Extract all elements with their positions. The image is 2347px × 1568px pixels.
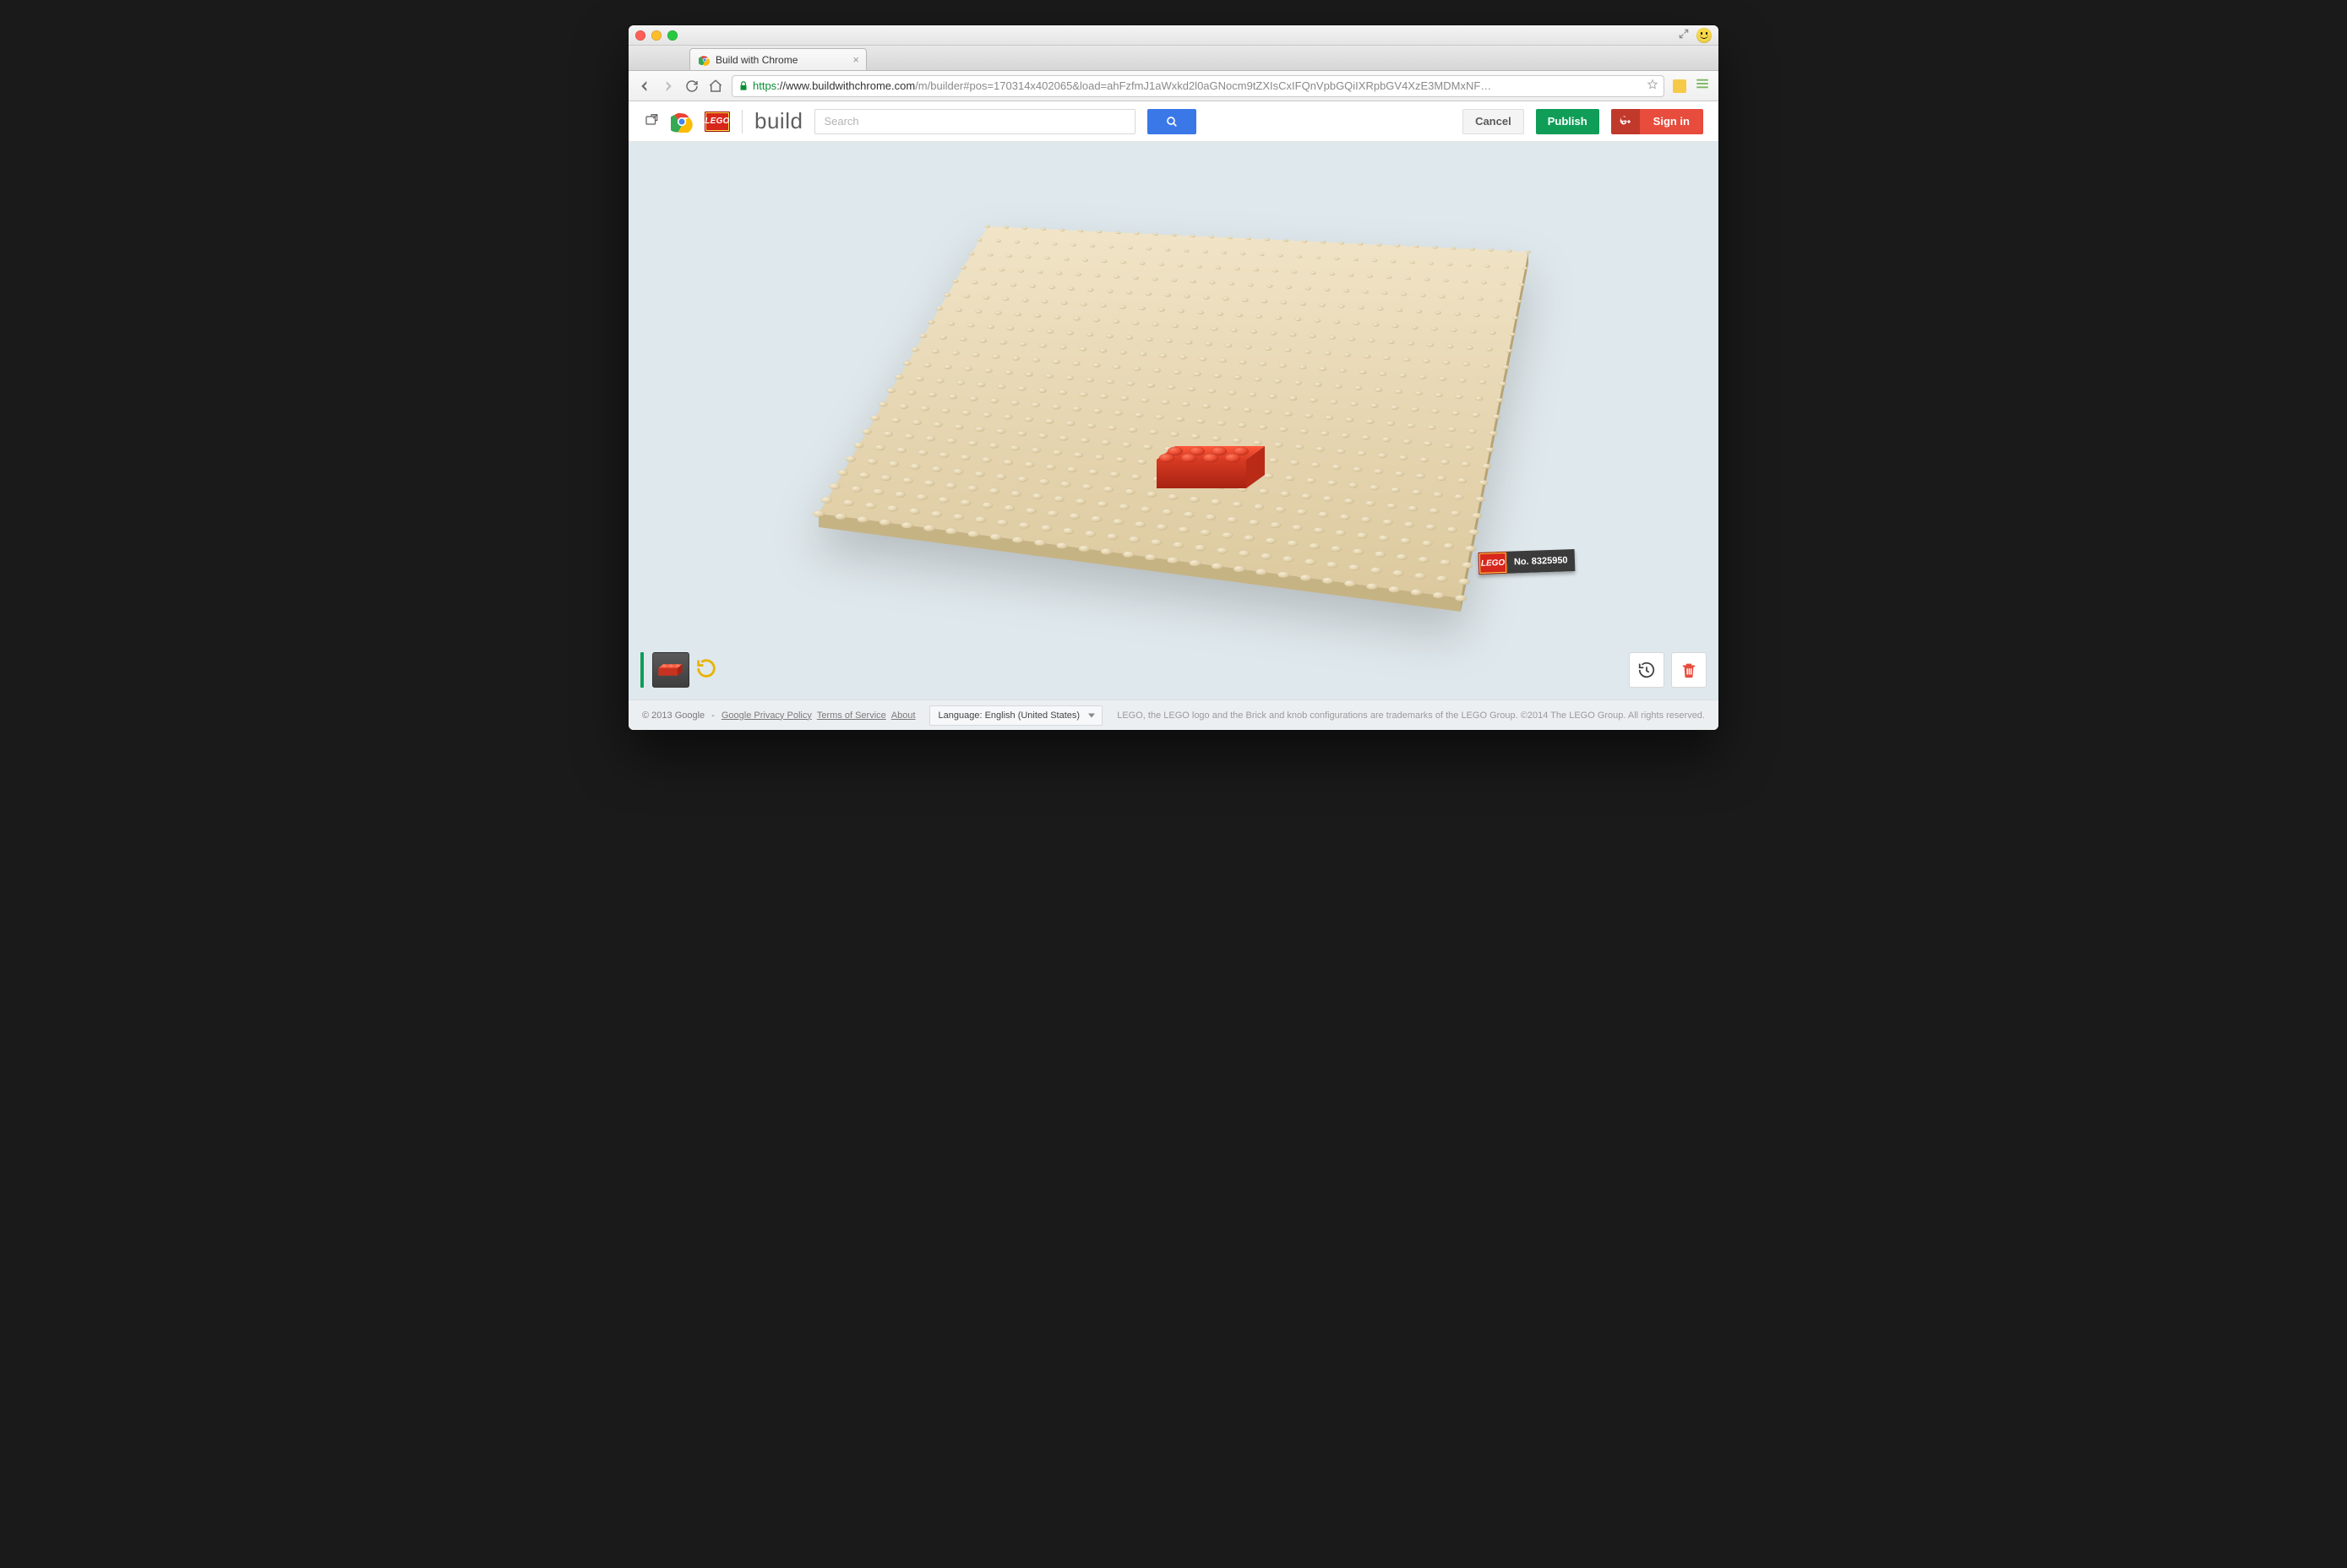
tab-title: Build with Chrome: [716, 54, 798, 66]
tab-build-with-chrome[interactable]: Build with Chrome ×: [689, 48, 867, 70]
chrome-favicon-icon: [699, 54, 711, 66]
current-brick-button[interactable]: [652, 652, 689, 688]
browser-window: Build with Chrome × https ://www.buildwi…: [629, 25, 1718, 730]
cancel-button[interactable]: Cancel: [1462, 109, 1524, 134]
lego-logo-small-icon: LEGO: [1478, 552, 1508, 574]
google-plus-icon: [1611, 109, 1640, 134]
chrome-logo-icon: [671, 111, 693, 133]
home-button[interactable]: [708, 79, 723, 94]
toolbar-accent: [640, 652, 644, 688]
app-header: LEGO build Cancel Publish Sign in: [629, 101, 1718, 142]
footer-terms-link[interactable]: Terms of Service: [817, 710, 886, 721]
reload-button[interactable]: [684, 79, 700, 94]
search-icon: [1165, 115, 1179, 128]
delete-button[interactable]: [1671, 652, 1707, 688]
url-toolbar: https ://www.buildwithchrome.com /m/buil…: [629, 71, 1718, 101]
rotate-icon: [694, 656, 718, 680]
brick-icon: [656, 661, 685, 679]
extension-icon[interactable]: [1673, 79, 1686, 93]
footer-legal: LEGO, the LEGO logo and the Brick and kn…: [1117, 710, 1705, 721]
trash-icon: [1680, 661, 1698, 679]
sign-in-button[interactable]: Sign in: [1611, 109, 1703, 134]
history-button[interactable]: [1629, 652, 1664, 688]
divider: [742, 110, 743, 133]
back-button[interactable]: [637, 79, 652, 94]
language-label: Language: English (United States): [939, 710, 1081, 721]
set-number-label: No. 8325950: [1507, 549, 1575, 574]
chrome-menu-icon[interactable]: [1695, 76, 1710, 95]
url-path: /m/builder#pos=170314x402065&load=ahFzfm…: [915, 79, 1491, 92]
language-select[interactable]: Language: English (United States): [929, 705, 1103, 726]
lego-logo-icon: LEGO: [705, 112, 730, 132]
address-bar[interactable]: https ://www.buildwithchrome.com /m/buil…: [732, 75, 1664, 97]
forward-button[interactable]: [661, 79, 676, 94]
set-number-tag: LEGO No. 8325950: [1478, 549, 1575, 574]
footer-copyright: © 2013 Google: [642, 710, 705, 721]
builder-canvas[interactable]: ${''} LE: [629, 142, 1718, 700]
rotate-button[interactable]: [694, 656, 718, 684]
footer-privacy-link[interactable]: Google Privacy Policy: [722, 710, 812, 721]
lock-icon: [738, 80, 749, 92]
history-icon: [1637, 661, 1656, 679]
tab-close-icon[interactable]: ×: [852, 54, 859, 65]
window-minimize-button[interactable]: [651, 30, 662, 41]
url-scheme: https: [753, 79, 776, 92]
url-host: ://www.buildwithchrome.com: [776, 79, 915, 92]
titlebar: [629, 25, 1718, 46]
canvas-actions: [1629, 652, 1707, 688]
bookmark-star-icon[interactable]: [1647, 79, 1658, 93]
footer-about-link[interactable]: About: [891, 710, 916, 721]
footer: © 2013 Google - Google Privacy Policy Te…: [629, 700, 1718, 730]
brand-word: build: [754, 108, 803, 134]
publish-button[interactable]: Publish: [1536, 109, 1599, 134]
fullscreen-icon[interactable]: [1678, 28, 1690, 42]
traffic-lights: [635, 30, 678, 41]
smiley-extension-icon[interactable]: [1696, 28, 1712, 43]
sign-in-label: Sign in: [1640, 109, 1703, 134]
share-icon[interactable]: [644, 112, 659, 131]
window-close-button[interactable]: [635, 30, 645, 41]
brick-toolbar: [640, 652, 718, 688]
search-button[interactable]: [1147, 109, 1196, 134]
window-maximize-button[interactable]: [667, 30, 678, 41]
tab-strip: Build with Chrome ×: [629, 46, 1718, 71]
search-input[interactable]: [814, 109, 1135, 134]
baseplate-icon: ${''}: [768, 201, 1579, 640]
